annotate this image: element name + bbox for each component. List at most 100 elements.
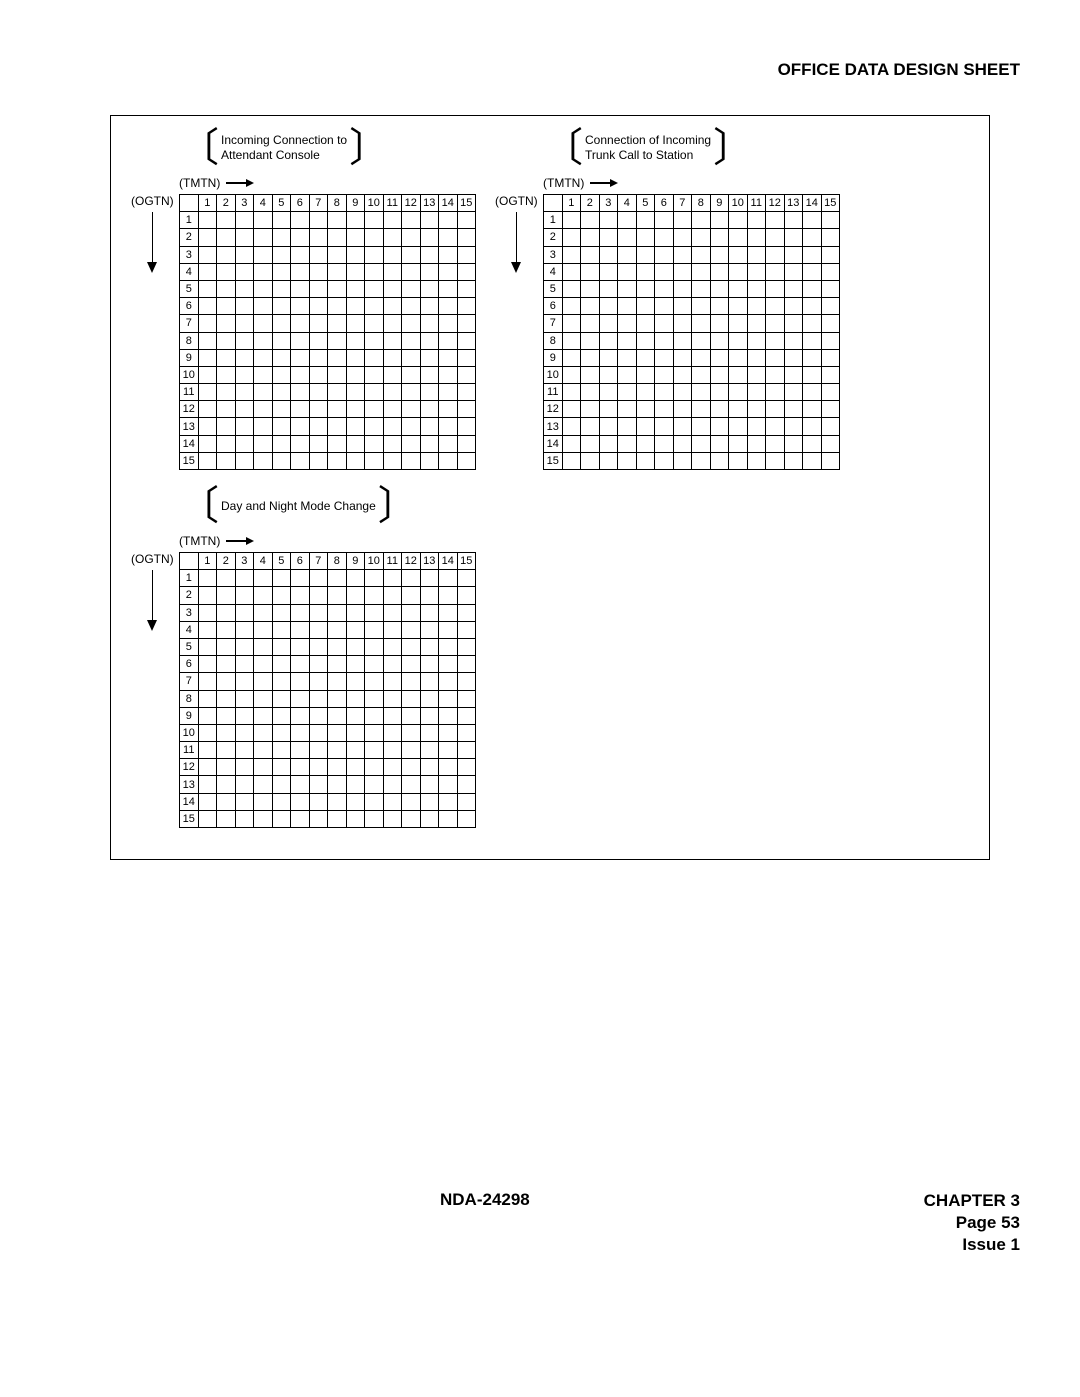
grid-cell — [581, 315, 600, 332]
grid-cell — [217, 401, 236, 418]
grid-col-header: 7 — [673, 195, 692, 212]
grid-cell — [365, 570, 384, 587]
grid-cell — [439, 604, 458, 621]
grid-cell — [420, 435, 439, 452]
grid-row-header: 14 — [544, 435, 563, 452]
grid-cell — [383, 435, 402, 452]
grid-cell — [402, 690, 421, 707]
grid-cell — [457, 435, 476, 452]
grid-cell — [254, 315, 273, 332]
grid-cell — [402, 707, 421, 724]
grid-cell — [581, 401, 600, 418]
grid-cell — [309, 212, 328, 229]
grid-cell — [821, 315, 840, 332]
grid-cell — [217, 690, 236, 707]
grid-cell — [346, 570, 365, 587]
grid-cell — [581, 366, 600, 383]
grid-cell — [383, 656, 402, 673]
grid-cell — [272, 246, 291, 263]
grid-cell — [291, 280, 310, 297]
grid-cell — [692, 435, 711, 452]
grid-cell — [198, 332, 217, 349]
grid-cell — [420, 690, 439, 707]
grid-cell — [439, 418, 458, 435]
grid-cell — [420, 229, 439, 246]
grid-cell — [346, 298, 365, 315]
grid-cell — [599, 332, 618, 349]
grid-col-header: 2 — [217, 553, 236, 570]
grid-cell — [618, 384, 637, 401]
grid-cell — [439, 742, 458, 759]
grid-cell — [766, 401, 785, 418]
grid-cell — [420, 742, 439, 759]
grid-cell — [309, 690, 328, 707]
grid-cell — [618, 280, 637, 297]
grid-cell — [673, 401, 692, 418]
grid-cell — [272, 298, 291, 315]
grid-cell — [235, 742, 254, 759]
grid-cell — [439, 315, 458, 332]
grid-cell — [365, 384, 384, 401]
grid-cell — [291, 263, 310, 280]
grid-row-header: 9 — [180, 707, 199, 724]
grid-cell — [673, 435, 692, 452]
grid-cell — [710, 298, 729, 315]
grid-cell — [420, 452, 439, 469]
grid-cell — [402, 263, 421, 280]
grid-cell — [618, 263, 637, 280]
grid-cell — [692, 418, 711, 435]
grid-cell — [766, 280, 785, 297]
arrow-right-icon — [590, 178, 618, 188]
grid-cell — [439, 621, 458, 638]
grid-cell — [346, 384, 365, 401]
grid-cell — [562, 280, 581, 297]
grid-cell — [457, 656, 476, 673]
grid-cell — [803, 280, 822, 297]
grid-cell — [346, 452, 365, 469]
grid-row-header: 12 — [180, 401, 199, 418]
grid-cell — [766, 212, 785, 229]
grid-cell — [402, 776, 421, 793]
footer-chapter: CHAPTER 3 — [924, 1190, 1020, 1212]
grid-cell — [439, 707, 458, 724]
grid-cell — [217, 793, 236, 810]
grid-cell — [328, 604, 347, 621]
grid-cell — [328, 570, 347, 587]
grid-cell — [291, 452, 310, 469]
grid-cell — [309, 229, 328, 246]
grid-cell — [309, 366, 328, 383]
grid-cell — [618, 401, 637, 418]
grid-col-header: 6 — [291, 195, 310, 212]
section-title-box: 〔 Incoming Connection to Attendant Conso… — [179, 128, 476, 168]
grid-cell — [328, 810, 347, 827]
grid-row-header: 8 — [180, 690, 199, 707]
grid-cell — [309, 435, 328, 452]
grid-cell — [692, 246, 711, 263]
grid-cell — [599, 280, 618, 297]
grid-cell — [784, 435, 803, 452]
grid-cell — [198, 263, 217, 280]
grid-cell — [420, 570, 439, 587]
grid-col-header: 14 — [803, 195, 822, 212]
grid-cell — [747, 263, 766, 280]
grid-cell — [235, 212, 254, 229]
grid-cell — [457, 263, 476, 280]
grid-cell — [729, 384, 748, 401]
grid-cell — [198, 229, 217, 246]
grid-row-header: 10 — [544, 366, 563, 383]
grid-cell — [457, 570, 476, 587]
grid-cell — [673, 246, 692, 263]
grid-cell — [346, 332, 365, 349]
grid-cell — [272, 621, 291, 638]
grid-cell — [747, 401, 766, 418]
grid-cell — [402, 724, 421, 741]
grid-cell — [599, 229, 618, 246]
section-incoming-station: 〔 Connection of Incoming Trunk Call to S… — [543, 128, 840, 470]
grid-cell — [420, 793, 439, 810]
grid-cell — [217, 263, 236, 280]
grid-cell — [328, 793, 347, 810]
grid-cell — [272, 793, 291, 810]
grid-cell — [235, 690, 254, 707]
grid-cell — [235, 587, 254, 604]
section-day-night-mode: 〔 Day and Night Mode Change 〕 (TMTN) (OG… — [179, 486, 476, 828]
